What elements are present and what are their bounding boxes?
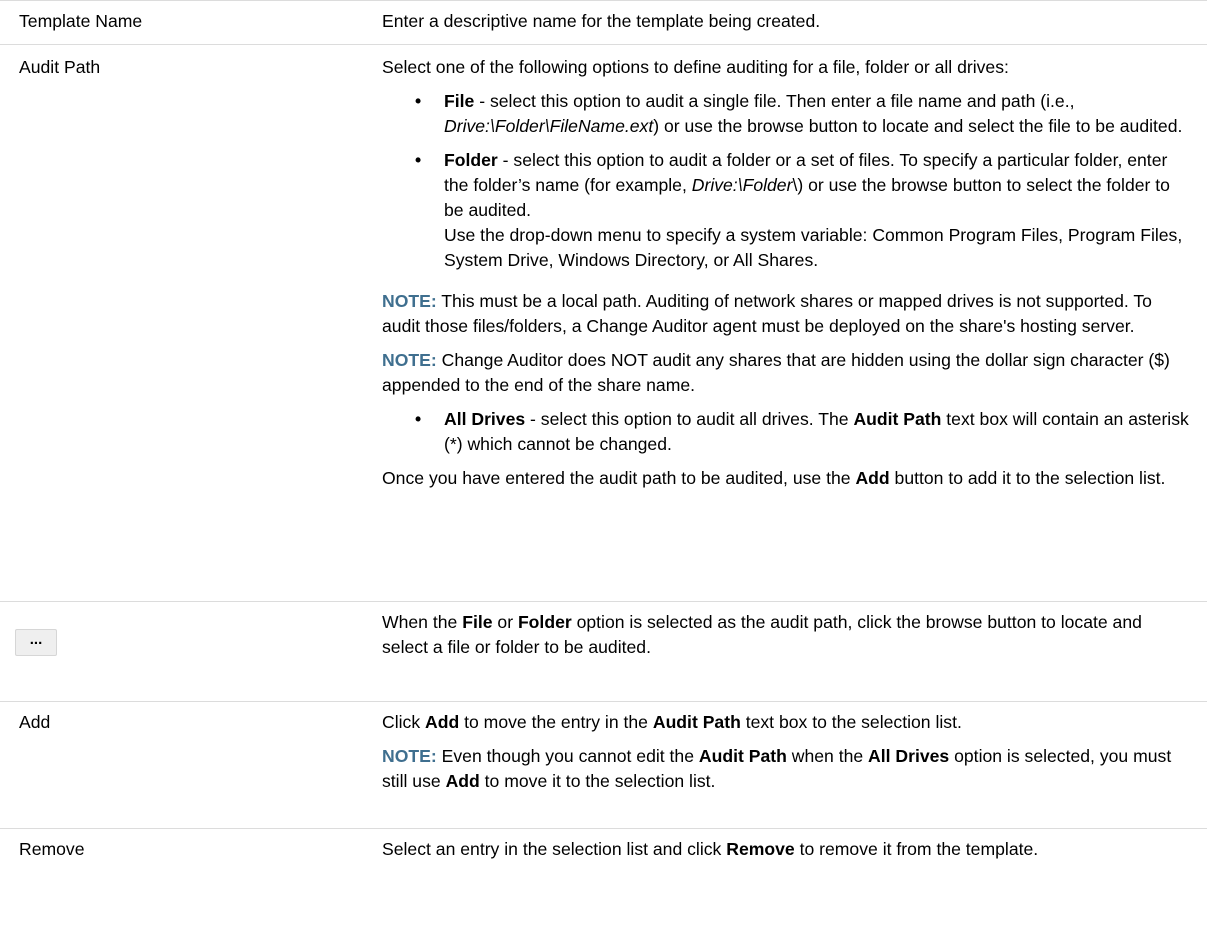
term-template-name: Template Name xyxy=(19,11,143,31)
desc-browse: When the File or Folder option is select… xyxy=(382,602,1192,675)
audit-path-intro: Select one of the following options to d… xyxy=(382,57,1009,77)
note-add-bold-1: Audit Path xyxy=(698,746,787,766)
note-hidden-shares: NOTE: Change Auditor does NOT audit any … xyxy=(382,348,1192,398)
note-add-text-1: Even though you cannot edit the xyxy=(436,746,699,766)
note-add-text-2: when the xyxy=(786,746,869,766)
add-text: Click Add to move the entry in the Audit… xyxy=(382,710,1192,735)
term-audit-path: Audit Path xyxy=(19,57,101,77)
note-label: NOTE: xyxy=(382,291,437,311)
row-template-name: Template Name Enter a descriptive name f… xyxy=(0,0,1207,44)
note-add: NOTE: Even though you cannot edit the Au… xyxy=(382,744,1192,794)
audit-path-closing: Once you have entered the audit path to … xyxy=(382,466,1192,491)
row-browse: ... When the File or Folder option is se… xyxy=(0,601,1207,701)
note-local-path: NOTE: This must be a local path. Auditin… xyxy=(382,289,1192,339)
option-file-text-2: ) or use the browse button to locate and… xyxy=(653,116,1183,136)
desc-template-name: Enter a descriptive name for the templat… xyxy=(382,1,1192,49)
remove-bold-1: Remove xyxy=(726,839,795,859)
remove-text-1: Select an entry in the selection list an… xyxy=(382,839,727,859)
closing-text-1: Once you have entered the audit path to … xyxy=(382,468,856,488)
row-add: Add Click Add to move the entry in the A… xyxy=(0,701,1207,828)
reference-table: Template Name Enter a descriptive name f… xyxy=(0,0,1207,939)
add-text-3: text box to the selection list. xyxy=(740,712,962,732)
option-all-drives: • All Drives - select this option to aud… xyxy=(415,407,1192,457)
closing-bold: Add xyxy=(855,468,890,488)
note-add-text-4: to move it to the selection list. xyxy=(479,771,716,791)
note-add-bold-2: All Drives xyxy=(868,746,950,766)
browse-text-1: When the xyxy=(382,612,463,632)
add-bold-2: Audit Path xyxy=(652,712,741,732)
desc-text: Enter a descriptive name for the templat… xyxy=(382,11,821,31)
note-add-bold-3: Add xyxy=(445,771,480,791)
option-file-text-1: - select this option to audit a single f… xyxy=(474,91,1075,111)
add-bold-1: Add xyxy=(425,712,460,732)
row-audit-path: Audit Path Select one of the following o… xyxy=(0,44,1207,601)
remove-text: Select an entry in the selection list an… xyxy=(382,837,1192,862)
bullet: • xyxy=(415,409,422,429)
add-text-1: Click xyxy=(382,712,426,732)
audit-path-options-2: • All Drives - select this option to aud… xyxy=(382,407,1192,457)
browse-button[interactable]: ... xyxy=(15,629,57,656)
note-label: NOTE: xyxy=(382,350,437,370)
option-folder-path: Drive:\Folder xyxy=(691,175,793,195)
browse-bold-1: File xyxy=(462,612,493,632)
bullet: • xyxy=(415,150,422,170)
browse-text-2: or xyxy=(492,612,518,632)
option-file: • File - select this option to audit a s… xyxy=(415,89,1192,139)
remove-text-2: to remove it from the template. xyxy=(794,839,1039,859)
closing-text-2: button to add it to the selection list. xyxy=(889,468,1166,488)
bullet: • xyxy=(415,91,422,111)
option-folder: • Folder - select this option to audit a… xyxy=(415,148,1192,223)
option-all-drives-bold: Audit Path xyxy=(853,409,942,429)
desc-add: Click Add to move the entry in the Audit… xyxy=(382,702,1192,809)
row-remove: Remove Select an entry in the selection … xyxy=(0,828,1207,939)
browse-bold-2: Folder xyxy=(517,612,572,632)
option-file-path: Drive:\Folder\FileName.ext xyxy=(444,116,654,136)
add-text-2: to move the entry in the xyxy=(459,712,653,732)
option-file-label: File xyxy=(444,91,475,111)
desc-audit-path: Select one of the following options to d… xyxy=(382,45,1192,506)
term-add: Add xyxy=(19,712,51,732)
option-all-drives-text-1: - select this option to audit all drives… xyxy=(525,409,854,429)
dropdown-description: Use the drop-down menu to specify a syst… xyxy=(444,225,1183,270)
note-text: This must be a local path. Auditing of n… xyxy=(382,291,1152,336)
note-label: NOTE: xyxy=(382,746,437,766)
note-text: Change Auditor does NOT audit any shares… xyxy=(382,350,1170,395)
option-folder-label: Folder xyxy=(444,150,498,170)
option-all-drives-label: All Drives xyxy=(444,409,526,429)
audit-path-options: • File - select this option to audit a s… xyxy=(382,89,1192,223)
term-remove: Remove xyxy=(19,839,85,859)
browse-text: When the File or Folder option is select… xyxy=(382,610,1192,660)
desc-remove: Select an entry in the selection list an… xyxy=(382,829,1192,877)
